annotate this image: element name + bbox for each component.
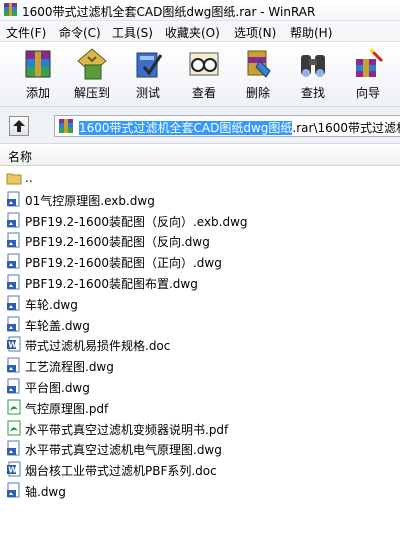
- list-item[interactable]: 工艺流程图.dwg: [0, 355, 400, 376]
- rar-archive-icon: [59, 119, 73, 133]
- address-field[interactable]: 1600带式过滤机全套CAD图纸dwg图纸.rar\1600带式过滤机: [54, 115, 400, 137]
- extract-to-icon: [77, 48, 107, 80]
- file-name: PBF19.2-1600装配图布置.dwg: [25, 277, 198, 291]
- file-name: 烟台核工业带式过滤机PBF系列.doc: [25, 464, 217, 479]
- list-header: 名称: [0, 144, 400, 166]
- dwg-file-icon: [7, 357, 20, 373]
- list-item[interactable]: PBF19.2-1600装配图（反向.dwg: [0, 230, 400, 251]
- pdf-file-icon: [7, 420, 21, 436]
- view-button[interactable]: 查看: [178, 45, 230, 103]
- wizard-icon: [356, 49, 384, 77]
- address-bar: 1600带式过滤机全套CAD图纸dwg图纸.rar\1600带式过滤机: [0, 107, 400, 144]
- list-item[interactable]: 01气控原理图.exb.dwg: [0, 189, 400, 210]
- file-name: 平台图.dwg: [25, 381, 90, 395]
- word-file-icon: W: [7, 336, 21, 352]
- wizard-button[interactable]: 向导: [342, 45, 394, 103]
- file-name: 轴.dwg: [25, 485, 66, 499]
- menu-file[interactable]: 文件(F): [6, 24, 46, 41]
- word-file-icon: W: [7, 461, 21, 477]
- menu-favorites[interactable]: 收藏夹(O): [165, 24, 220, 41]
- pdf-file-icon: [7, 399, 21, 415]
- file-name: PBF19.2-1600装配图（反向.dwg: [25, 235, 210, 250]
- list-item[interactable]: 车轮盖.dwg: [0, 314, 400, 335]
- file-name: 车轮盖.dwg: [25, 318, 90, 333]
- add-archive-icon: [25, 50, 51, 78]
- file-name: 水平带式真空过滤机变频器说明书.pdf: [25, 422, 229, 437]
- list-item[interactable]: PBF19.2-1600装配图（反向）.exb.dwg: [0, 210, 400, 231]
- add-button[interactable]: 添加: [12, 45, 64, 103]
- svg-text:W: W: [8, 466, 17, 475]
- file-name: PBF19.2-1600装配图（正向）.dwg: [25, 256, 222, 271]
- file-name: 带式过滤机易损件规格.doc: [25, 339, 171, 354]
- dwg-file-icon: [7, 295, 20, 311]
- dwg-file-icon: [7, 191, 20, 207]
- file-name: 车轮.dwg: [25, 297, 78, 312]
- test-label: 测试: [135, 86, 160, 100]
- dwg-file-icon: [7, 482, 20, 498]
- list-item[interactable]: PBF19.2-1600装配图布置.dwg: [0, 272, 400, 293]
- svg-text:W: W: [8, 341, 17, 350]
- toolbar: 添加 解压到 测试 查看 删除 查找 向导: [0, 42, 400, 107]
- view-icon: [189, 52, 219, 76]
- view-label: 查看: [191, 86, 216, 100]
- up-arrow-icon: [13, 120, 25, 132]
- find-icon: [301, 55, 325, 77]
- list-item[interactable]: PBF19.2-1600装配图（正向）.dwg: [0, 251, 400, 272]
- list-item[interactable]: ..: [0, 168, 400, 189]
- list-item[interactable]: 水平带式真空过滤机电气原理图.dwg: [0, 438, 400, 459]
- menu-options[interactable]: 选项(N): [234, 24, 276, 41]
- title-bar[interactable]: 1600带式过滤机全套CAD图纸dwg图纸.rar - WinRAR: [0, 0, 400, 21]
- list-item[interactable]: 气控原理图.pdf: [0, 397, 400, 418]
- dwg-file-icon: [7, 316, 20, 332]
- menu-help[interactable]: 帮助(H): [290, 24, 332, 41]
- delete-button[interactable]: 删除: [232, 45, 284, 103]
- list-item[interactable]: W 烟台核工业带式过滤机PBF系列.doc: [0, 459, 400, 480]
- menu-tools[interactable]: 工具(S): [112, 24, 153, 41]
- file-name: ..: [25, 171, 33, 185]
- list-item[interactable]: 轴.dwg: [0, 480, 400, 501]
- column-header-name[interactable]: 名称: [8, 148, 32, 165]
- winrar-window: 1600带式过滤机全套CAD图纸dwg图纸.rar - WinRAR 文件(F)…: [0, 0, 400, 545]
- folder-up-icon: [6, 173, 22, 185]
- dwg-file-icon: [7, 274, 20, 290]
- file-name: 气控原理图.pdf: [25, 401, 109, 416]
- list-item[interactable]: 平台图.dwg: [0, 376, 400, 397]
- dwg-file-icon: [7, 212, 20, 228]
- menu-bar: 文件(F) 命令(C) 工具(S) 收藏夹(O) 选项(N) 帮助(H): [0, 21, 400, 42]
- extract-to-label: 解压到: [73, 86, 110, 100]
- extract-to-button[interactable]: 解压到: [66, 45, 118, 103]
- delete-label: 删除: [245, 86, 270, 100]
- dwg-file-icon: [7, 378, 20, 394]
- window-title: 1600带式过滤机全套CAD图纸dwg图纸.rar - WinRAR: [22, 5, 316, 19]
- file-name: PBF19.2-1600装配图（反向）.exb.dwg: [25, 214, 248, 229]
- dwg-file-icon: [7, 232, 20, 248]
- find-button[interactable]: 查找: [287, 45, 339, 103]
- winrar-app-icon: [4, 3, 17, 16]
- dwg-file-icon: [7, 440, 20, 456]
- address-path-selected: 1600带式过滤机全套CAD图纸dwg图纸: [79, 121, 293, 135]
- address-path: 1600带式过滤机全套CAD图纸dwg图纸.rar\1600带式过滤机: [79, 119, 400, 136]
- list-item[interactable]: W 带式过滤机易损件规格.doc: [0, 334, 400, 355]
- file-list: .. 01气控原理图.exb.dwg PBF19.2-1600装配图（反向）.exb…: [0, 166, 400, 545]
- list-item[interactable]: 水平带式真空过滤机变频器说明书.pdf: [0, 418, 400, 439]
- file-name: 01气控原理图.exb.dwg: [25, 193, 155, 208]
- list-item[interactable]: 车轮.dwg: [0, 293, 400, 314]
- find-label: 查找: [300, 86, 325, 100]
- wizard-label: 向导: [355, 86, 380, 100]
- add-label: 添加: [25, 86, 50, 100]
- address-path-rest: .rar\1600带式过滤机: [292, 121, 400, 135]
- test-icon: [136, 52, 163, 78]
- menu-commands[interactable]: 命令(C): [59, 24, 101, 41]
- test-button[interactable]: 测试: [122, 45, 174, 103]
- dwg-file-icon: [7, 253, 20, 269]
- delete-icon: [247, 50, 271, 78]
- up-folder-button[interactable]: [9, 116, 29, 136]
- file-name: 水平带式真空过滤机电气原理图.dwg: [25, 443, 222, 458]
- file-name: 工艺流程图.dwg: [25, 360, 114, 375]
